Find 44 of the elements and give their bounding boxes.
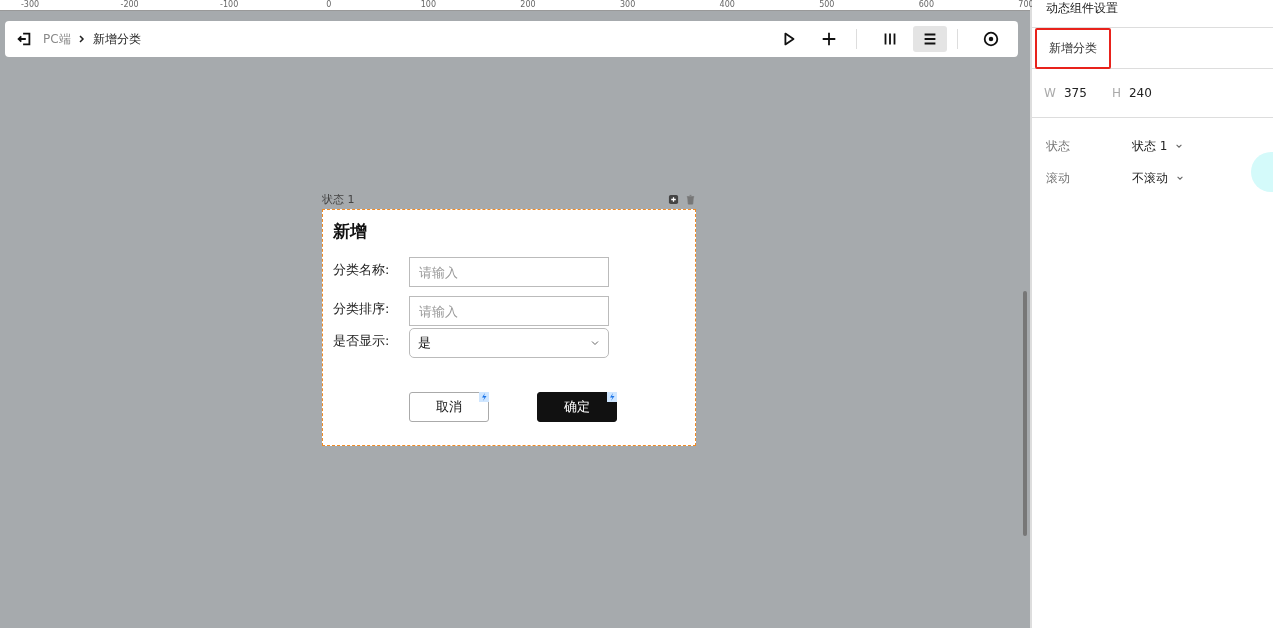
state-label: 状态 1 xyxy=(322,191,356,207)
width-label: W xyxy=(1044,86,1056,100)
ruler-label: 300 xyxy=(619,0,636,9)
scrollbar[interactable] xyxy=(1023,291,1027,536)
caret-icon xyxy=(590,338,600,348)
confirm-button[interactable]: 确定 xyxy=(537,392,617,422)
ruler-label: 0 xyxy=(326,0,332,9)
ruler-label: 400 xyxy=(719,0,735,9)
dialog-title: 新增 xyxy=(333,220,368,243)
ruler-label: 500 xyxy=(819,0,835,9)
property-label: 滚动 xyxy=(1046,169,1071,187)
breadcrumb-current: 新增分类 xyxy=(92,30,141,48)
input-field[interactable]: 请输入 xyxy=(409,257,609,287)
property-label: 状态 xyxy=(1046,137,1071,155)
height-value[interactable]: 240 xyxy=(1128,86,1155,100)
exit-icon[interactable] xyxy=(15,30,33,48)
duplicate-icon[interactable] xyxy=(668,193,679,205)
property-dropdown[interactable]: 状态 1 xyxy=(1132,137,1184,155)
property-dropdown[interactable]: 不滚动 xyxy=(1132,169,1184,187)
caret-icon xyxy=(1175,142,1184,150)
lightning-icon xyxy=(479,392,489,402)
cancel-button[interactable]: 取消 xyxy=(409,392,489,422)
ruler-label: -200 xyxy=(120,0,139,9)
ruler-label: 200 xyxy=(520,0,536,9)
plus-icon xyxy=(820,30,838,48)
height-label: H xyxy=(1111,86,1121,100)
width-value[interactable]: 375 xyxy=(1063,86,1090,100)
breadcrumb-link[interactable]: PC端 xyxy=(43,30,71,48)
field-label: 分类排序: xyxy=(333,300,391,318)
field-label: 分类名称: xyxy=(333,261,391,279)
list-view-button[interactable] xyxy=(913,26,947,52)
component-name: 新增分类 xyxy=(1035,27,1111,69)
lightning-icon xyxy=(607,392,617,402)
ruler-label: -100 xyxy=(220,0,239,9)
panel-title: 动态组件设置 xyxy=(1032,0,1273,28)
chevron-icon xyxy=(76,34,87,44)
field-label: 是否显示: xyxy=(333,332,391,350)
select-field[interactable]: 是 xyxy=(409,328,609,358)
target-icon xyxy=(982,30,1000,48)
ruler-label: 100 xyxy=(420,0,437,9)
ruler-label: -300 xyxy=(20,0,40,9)
input-field[interactable]: 请输入 xyxy=(409,296,609,326)
ruler-label: 600 xyxy=(918,0,935,9)
caret-icon xyxy=(1176,174,1184,182)
